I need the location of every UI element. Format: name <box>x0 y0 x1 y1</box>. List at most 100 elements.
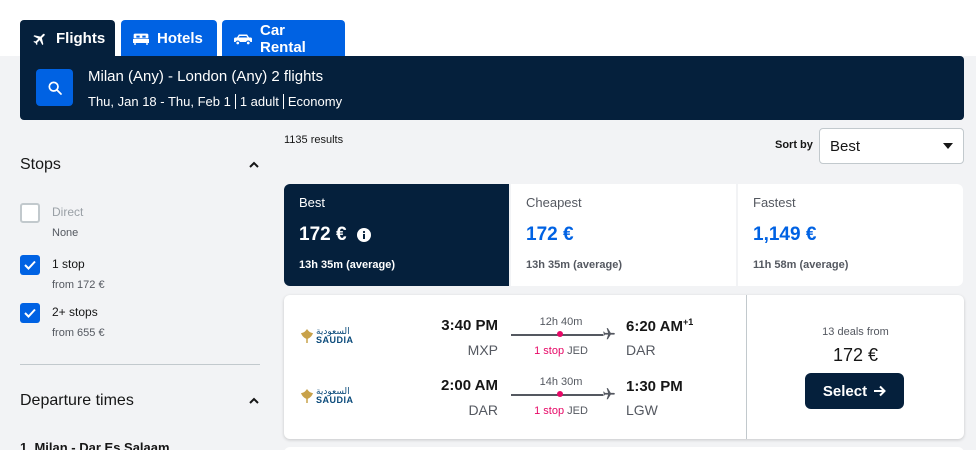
stops-filter-header[interactable]: Stops <box>20 156 260 174</box>
stops-count: 1 stop <box>534 405 565 417</box>
car-icon <box>234 34 252 44</box>
sort-tab-cheapest[interactable]: Cheapest 172 € 13h 35m (average) <box>511 184 736 286</box>
day-offset: +1 <box>682 317 694 327</box>
search-meta: Thu, Jan 18 - Thu, Feb 1 1 adult Economy <box>88 94 342 109</box>
sort-tab-label: Fastest <box>753 195 796 210</box>
airline-name: SAUDIA <box>316 395 354 405</box>
search-summary-bar[interactable]: Milan (Any) - London (Any) 2 flights Thu… <box>20 56 964 120</box>
sort-tab-best[interactable]: Best 172 € 13h 35m (average) <box>284 184 509 286</box>
sort-tab-price: 1,149 € <box>753 224 817 245</box>
stops-count: 1 stop <box>534 345 565 357</box>
tab-flights[interactable]: Flights <box>20 20 115 57</box>
departure-times-filter-header[interactable]: Departure times <box>20 392 260 410</box>
sort-tab-price: 172 € <box>526 224 574 245</box>
departure-leg-title: 1. Milan - Dar Es Salaam <box>20 440 170 450</box>
chevron-up-icon[interactable] <box>248 159 260 171</box>
bed-icon <box>133 33 149 45</box>
option-sub: from 172 € <box>52 279 105 291</box>
stop-dot <box>557 391 563 397</box>
arrow-right-icon <box>874 385 887 397</box>
chevron-up-icon[interactable] <box>248 395 260 407</box>
checkbox-direct[interactable] <box>20 203 40 223</box>
search-button[interactable] <box>36 69 73 106</box>
deals-count: 13 deals from <box>822 326 889 338</box>
stops-info: 1 stop JED <box>511 345 611 357</box>
results-count: 1135 results <box>284 134 344 146</box>
sort-by-label: Sort by <box>775 139 813 151</box>
tab-car-rental-label: Car Rental <box>260 21 306 56</box>
option-sub: None <box>52 227 79 239</box>
divider <box>234 94 236 109</box>
airline-wordmark: السعودية SAUDIA <box>316 327 354 345</box>
flight-leg-return: السعودية SAUDIA 2:00 AM DAR 14h 30m 1 st… <box>284 373 746 423</box>
arrival-time: 1:30 PM <box>626 377 683 395</box>
plane-icon <box>603 328 615 340</box>
sort-tab-duration: 11h 58m (average) <box>753 259 849 271</box>
saudia-emblem-icon <box>301 389 313 403</box>
search-cabin: Economy <box>287 94 343 109</box>
departure-airport: DAR <box>468 402 498 418</box>
option-sub: from 655 € <box>52 327 105 339</box>
arrival-airport: LGW <box>626 402 658 418</box>
route-line <box>511 391 603 397</box>
sort-tab-label: Best <box>299 195 326 210</box>
sort-select[interactable]: Best <box>819 128 964 164</box>
departure-time: 3:40 PM <box>441 317 498 334</box>
tab-car-rental[interactable]: Car Rental <box>222 20 345 57</box>
arrival-time-value: 1:30 PM <box>626 378 683 395</box>
sort-select-value: Best <box>830 137 861 155</box>
search-travelers: 1 adult <box>239 94 279 109</box>
sort-tab-price: 172 € <box>299 224 347 245</box>
stopover-airport: JED <box>567 345 588 357</box>
departure-time: 2:00 AM <box>441 377 498 394</box>
option-label: 2+ stops <box>52 305 98 319</box>
search-dates: Thu, Jan 18 - Thu, Feb 1 <box>88 94 231 109</box>
sort-tab-duration: 13h 35m (average) <box>299 259 395 271</box>
departure-airport: MXP <box>467 342 498 358</box>
sort-tab-fastest[interactable]: Fastest 1,149 € 11h 58m (average) <box>738 184 963 286</box>
flight-result-card[interactable]: السعودية SAUDIA 3:40 PM MXP 12h 40m 1 st… <box>284 295 964 439</box>
info-icon[interactable] <box>356 228 371 242</box>
stops-info: 1 stop JED <box>511 405 611 417</box>
flight-duration: 12h 40m <box>539 316 583 328</box>
arrival-time: 6:20 AM+1 <box>626 317 693 335</box>
checkbox-2-plus-stops[interactable] <box>20 303 40 323</box>
stop-dot <box>557 331 563 337</box>
route-line <box>511 331 603 337</box>
stopover-airport: JED <box>567 405 588 417</box>
select-button[interactable]: Select <box>805 373 904 409</box>
plane-icon <box>33 33 45 45</box>
check-icon <box>24 260 36 270</box>
airline-logo: السعودية SAUDIA <box>300 387 354 405</box>
departure-times-title: Departure times <box>20 392 134 409</box>
card-divider <box>746 295 747 439</box>
select-button-label: Select <box>822 382 868 400</box>
check-icon <box>24 308 36 318</box>
stops-option-1-stop[interactable]: 1 stop from 172 € <box>20 254 105 291</box>
card-price: 172 € <box>832 345 879 365</box>
tab-hotels[interactable]: Hotels <box>121 20 217 57</box>
divider <box>282 94 284 109</box>
flight-duration: 14h 30m <box>539 376 583 388</box>
sort-tab-duration: 13h 35m (average) <box>526 259 622 271</box>
search-icon <box>47 80 62 95</box>
filter-divider <box>20 364 260 365</box>
sort-tab-label: Cheapest <box>526 195 582 210</box>
tab-flights-label: Flights <box>56 30 106 47</box>
stops-option-2-plus-stops[interactable]: 2+ stops from 655 € <box>20 302 105 339</box>
checkbox-1-stop[interactable] <box>20 255 40 275</box>
caret-down-icon <box>943 143 953 149</box>
tab-hotels-label: Hotels <box>157 30 203 47</box>
search-route: Milan (Any) - London (Any) 2 flights <box>88 68 324 85</box>
airline-wordmark: السعودية SAUDIA <box>316 387 354 405</box>
saudia-emblem-icon <box>301 329 313 343</box>
stops-filter-title: Stops <box>20 156 61 173</box>
option-label: 1 stop <box>52 257 85 271</box>
plane-icon <box>603 388 615 400</box>
arrival-airport: DAR <box>626 342 656 358</box>
stops-option-direct[interactable]: Direct None <box>20 202 83 239</box>
arrival-time-value: 6:20 AM <box>626 318 683 335</box>
airline-logo: السعودية SAUDIA <box>300 327 354 345</box>
flight-leg-outbound: السعودية SAUDIA 3:40 PM MXP 12h 40m 1 st… <box>284 313 746 363</box>
option-label: Direct <box>52 205 84 219</box>
